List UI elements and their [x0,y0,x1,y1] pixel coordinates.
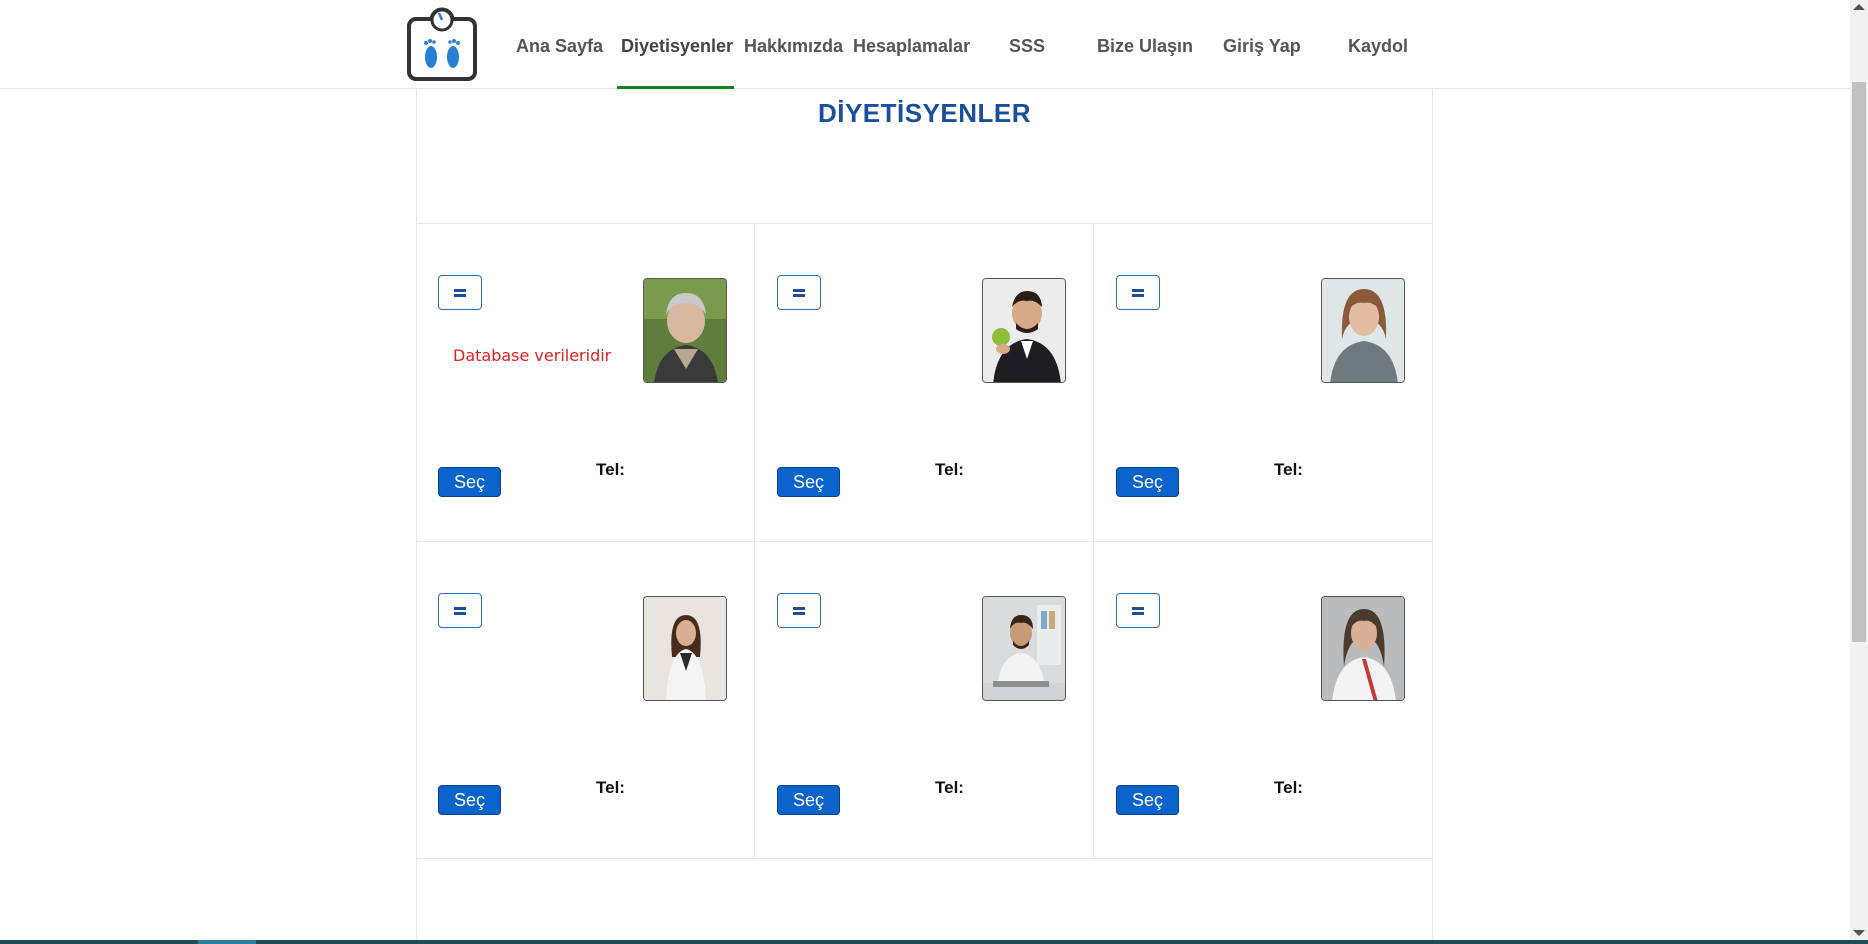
menu-button[interactable] [1116,275,1160,310]
scroll-up-arrow-icon[interactable] [1853,4,1865,10]
menu-button[interactable] [777,275,821,310]
scroll-down-arrow-icon[interactable] [1853,930,1865,936]
menu-button[interactable] [438,593,482,628]
dietitian-grid: Database verileridir Seç Tel: Seç Tel: S… [416,223,1433,860]
phone-label: Tel: [596,460,625,479]
scrollbar-thumb[interactable] [1852,82,1866,642]
dietitian-photo [982,596,1066,701]
menu-icon [793,606,805,615]
dietitian-card: Database verileridir Seç Tel: [416,224,755,542]
bottom-strip-accent [198,940,256,944]
select-button[interactable]: Seç [777,785,840,815]
dietitian-photo [1321,278,1405,383]
page-title: DİYETİSYENLER [817,98,1032,128]
phone-label: Tel: [596,778,625,797]
select-button[interactable]: Seç [1116,785,1179,815]
nav-giris-yap[interactable]: Giriş Yap [1223,36,1301,58]
select-button[interactable]: Seç [438,467,501,497]
nav-hesaplamalar[interactable]: Hesaplamalar [853,36,970,58]
dietitian-card: Seç Tel: [1094,224,1433,542]
nav-bize-ulasin[interactable]: Bize Ulaşın [1097,36,1193,58]
nav-hakkimizda[interactable]: Hakkımızda [744,36,843,58]
menu-button[interactable] [438,275,482,310]
nav-ana-sayfa[interactable]: Ana Sayfa [516,36,603,58]
menu-button[interactable] [1116,593,1160,628]
select-button[interactable]: Seç [777,467,840,497]
select-button[interactable]: Seç [1116,467,1179,497]
menu-icon [454,288,466,297]
scale-footprints-icon[interactable] [407,5,477,81]
nav-sss[interactable]: SSS [1009,36,1045,58]
dietitian-photo [982,278,1066,383]
select-button[interactable]: Seç [438,785,501,815]
menu-icon [1132,606,1144,615]
dietitian-photo [643,596,727,701]
phone-label: Tel: [1274,778,1303,797]
menu-button[interactable] [777,593,821,628]
phone-label: Tel: [1274,460,1303,479]
dietitian-card: Seç Tel: [755,224,1094,542]
dietitian-photo [643,278,727,383]
database-note: Database verileridir [453,346,612,365]
phone-label: Tel: [935,460,964,479]
phone-label: Tel: [935,778,964,797]
menu-icon [1132,288,1144,297]
nav-diyetisyenler[interactable]: Diyetisyenler [621,36,733,58]
top-navbar: Ana Sayfa Diyetisyenler Hakkımızda Hesap… [0,0,1850,89]
menu-icon [454,606,466,615]
nav-kaydol[interactable]: Kaydol [1348,36,1408,58]
dietitian-photo [1321,596,1405,701]
dietitian-card: Seç Tel: [755,542,1094,860]
dietitian-card: Seç Tel: [416,542,755,860]
menu-icon [793,288,805,297]
dietitian-card: Seç Tel: [1094,542,1433,860]
bottom-strip [0,940,1868,944]
